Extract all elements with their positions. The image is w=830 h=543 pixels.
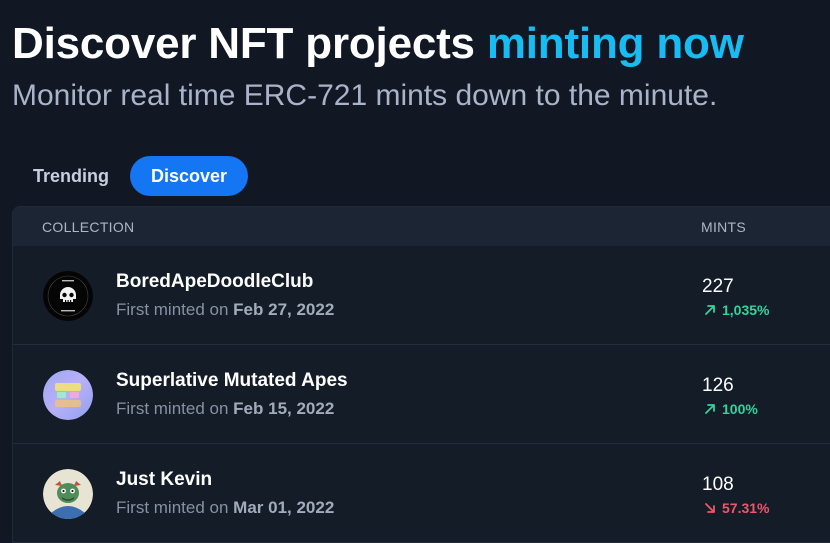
collection-name[interactable]: BoredApeDoodleClub <box>116 271 313 293</box>
first-minted-text: First minted on Feb 15, 2022 <box>116 399 334 419</box>
page-title: Discover NFT projects minting now <box>12 16 744 72</box>
mint-count: 126 <box>702 375 734 396</box>
arrow-down-right-icon <box>703 501 717 515</box>
page-subtitle: Monitor real time ERC-721 mints down to … <box>12 79 718 112</box>
page-title-main: Discover NFT projects <box>12 19 475 68</box>
column-header-mints: MINTS <box>701 219 747 235</box>
page: Discover NFT projects minting now Monito… <box>0 0 830 543</box>
arrow-up-right-icon <box>703 303 717 317</box>
page-title-accent: minting now <box>486 19 744 68</box>
mint-change-value: 100% <box>722 401 758 417</box>
mint-count: 108 <box>702 474 734 495</box>
table-header: COLLECTION MINTS <box>13 207 830 246</box>
first-minted-prefix: First minted on <box>116 300 229 319</box>
first-minted-date: Mar 01, 2022 <box>233 498 335 517</box>
table-row[interactable]: Superlative Mutated Apes First minted on… <box>13 345 830 444</box>
tab-discover[interactable]: Discover <box>130 156 249 196</box>
mint-change: 57.31% <box>703 500 769 516</box>
collection-name[interactable]: Superlative Mutated Apes <box>116 370 348 392</box>
first-minted-prefix: First minted on <box>116 399 229 418</box>
bored-ape-doodle-skull-avatar <box>43 271 93 321</box>
mint-change-value: 57.31% <box>722 500 770 516</box>
first-minted-date: Feb 27, 2022 <box>233 300 335 319</box>
pastel-ape-avatar <box>43 370 93 420</box>
table-row[interactable]: BoredApeDoodleClub First minted on Feb 2… <box>13 246 830 345</box>
tab-bar: Trending Discover <box>12 156 249 196</box>
tab-trending[interactable]: Trending <box>12 156 130 196</box>
mint-change: 1,035% <box>703 302 769 318</box>
first-minted-date: Feb 15, 2022 <box>233 399 335 418</box>
column-header-collection: COLLECTION <box>42 219 135 235</box>
arrow-up-right-icon <box>703 402 717 416</box>
collection-name[interactable]: Just Kevin <box>116 469 212 491</box>
collections-table: COLLECTION MINTS BoredApeDoodleClub Firs… <box>12 206 830 543</box>
first-minted-text: First minted on Mar 01, 2022 <box>116 498 334 518</box>
first-minted-prefix: First minted on <box>116 498 229 517</box>
mint-change-value: 1,035% <box>722 302 770 318</box>
first-minted-text: First minted on Feb 27, 2022 <box>116 300 334 320</box>
table-row[interactable]: Just Kevin First minted on Mar 01, 2022 … <box>13 444 830 543</box>
kevin-character-avatar <box>43 469 93 519</box>
mint-count: 227 <box>702 276 734 297</box>
mint-change: 100% <box>703 401 758 417</box>
